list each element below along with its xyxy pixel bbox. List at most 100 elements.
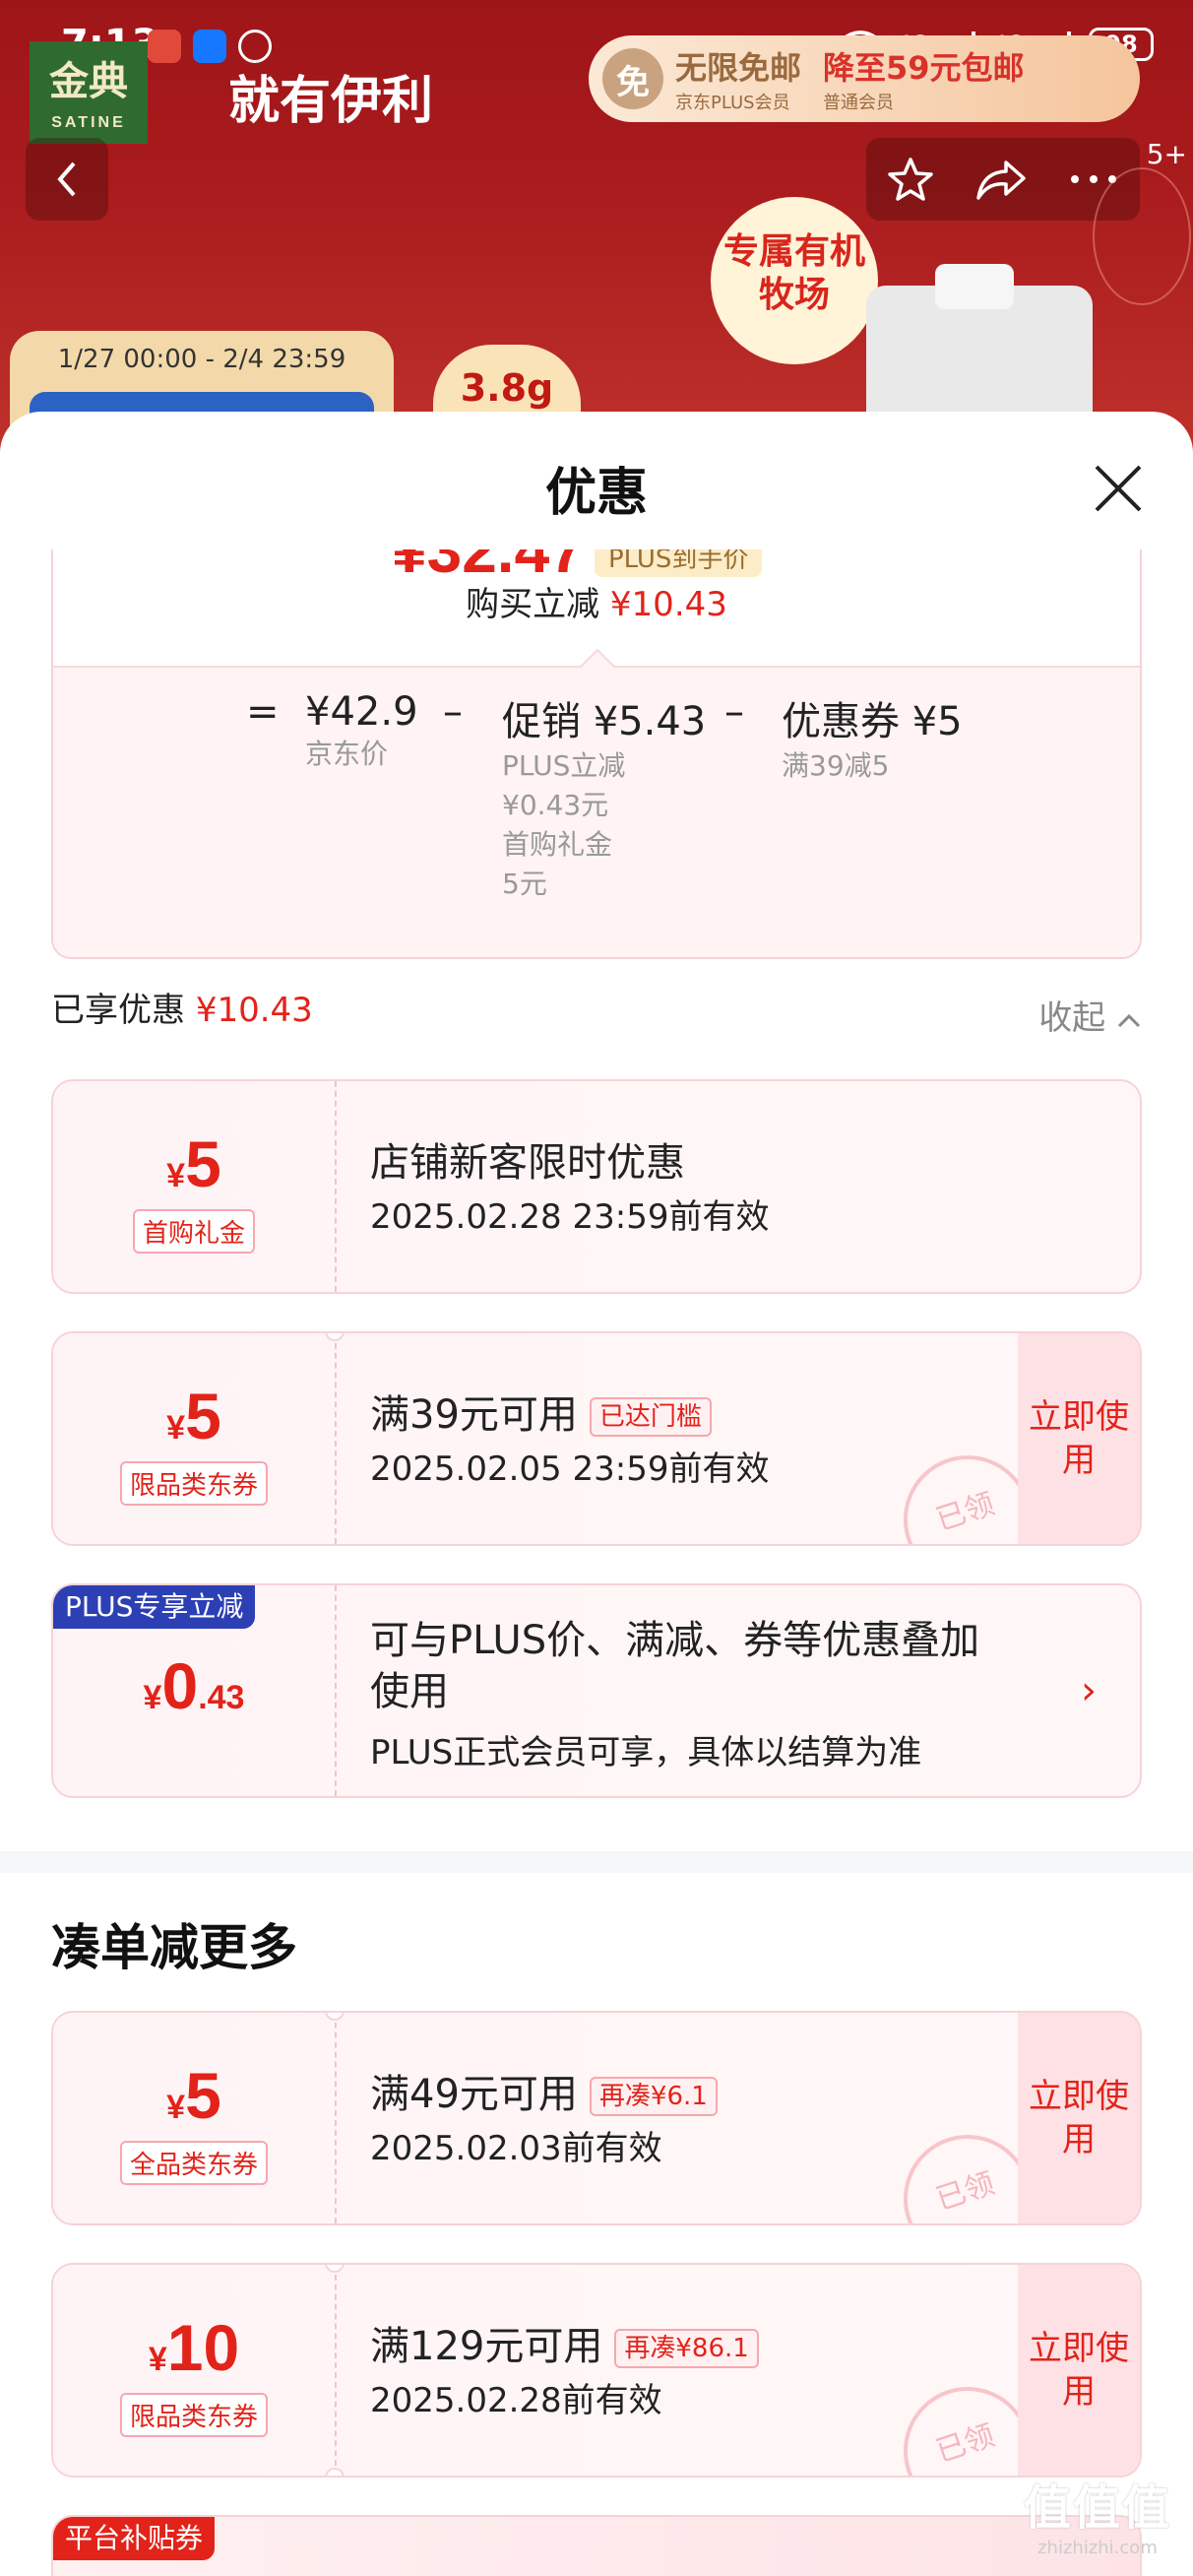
instant-discount-amount: ¥10.43 (609, 585, 727, 624)
star-icon[interactable] (886, 155, 935, 204)
free-shipping-right-title: 降至59元包邮 (823, 49, 1025, 87)
coupon-amount: 优惠券 ¥5 (782, 699, 963, 744)
coupon-threshold: 满39元可用 (370, 1392, 578, 1438)
coupon-notch (325, 2265, 345, 2273)
brand-logo-2: 就有伊利 (228, 71, 434, 131)
enjoyed-label: 已享优惠 (51, 991, 185, 1030)
platform-subsidy-tag: 平台补贴券 (53, 2517, 216, 2560)
promo-detail-2: ¥0.43元 (502, 789, 609, 821)
collapse-button[interactable]: 收起 (1038, 991, 1142, 1039)
watermark-sub: zhizhizhi.com (1037, 2538, 1158, 2558)
chevron-up-icon (1117, 1013, 1141, 1028)
free-shipping-text: 无限免邮 京东PLUS会员 (675, 43, 801, 114)
coupon-divider (335, 1081, 337, 1292)
use-now-button[interactable]: 立即使用 (1018, 2013, 1140, 2223)
promo-amount: 促销 ¥5.43 (502, 699, 707, 744)
instant-discount-row: 购买立减 ¥10.43 (53, 577, 1140, 625)
coupon-value: ¥5 (53, 1127, 335, 1201)
organic-ranch-badge: 专属有机牧场 (711, 197, 878, 364)
coupon-currency: ¥ (148, 2341, 167, 2378)
jd-price: ¥42.9 (305, 689, 418, 735)
free-shipping-icon: 免 (602, 48, 663, 109)
coupon-currency: ¥ (143, 1679, 162, 1716)
coupon-title: 满129元可用 再凑¥86.1 (370, 2314, 759, 2371)
coupon-card: 平台补贴券 (51, 2515, 1142, 2576)
coupon-currency: ¥ (166, 1157, 186, 1194)
message-count-badge: 5+ (1146, 138, 1187, 170)
chevron-left-icon (57, 161, 76, 197)
minus-sign-2: – (724, 689, 744, 735)
sheet-title: 优惠 (544, 464, 648, 523)
free-shipping-sub: 京东PLUS会员 (675, 93, 790, 113)
coupon-title: 可与PLUS价、满减、券等优惠叠加 使用 (370, 1615, 979, 1717)
alipay-notification-icon (193, 30, 226, 63)
lantern-decoration (1093, 167, 1191, 305)
coupon-title: 店铺新客限时优惠 (370, 1140, 685, 1186)
free-shipping-title: 无限免邮 (675, 49, 802, 87)
section-divider (0, 1851, 1193, 1873)
chevron-right-icon: › (1081, 1668, 1097, 1713)
plus-price-tag: PLUS到手价 (595, 549, 763, 577)
coupon-desc: 满39减5 (782, 749, 890, 782)
price-breakdown-card: ¥32.47 PLUS到手价 购买立减 ¥10.43 = ¥42.9 京东价 –… (51, 549, 1142, 959)
coupon-expiry: 2025.02.28前有效 (370, 2381, 662, 2420)
close-icon[interactable] (1091, 461, 1146, 516)
equals-sign: = (246, 689, 280, 735)
coupon-type: 全品类东券 (53, 2141, 335, 2185)
promo-detail-3: 首购礼金 (502, 828, 613, 861)
collapse-label: 收起 (1038, 998, 1106, 1038)
jd-price-label: 京东价 (305, 738, 389, 770)
coupon-value: ¥5 (53, 2058, 335, 2133)
coupon-notch (325, 2468, 345, 2476)
site-watermark: 值值值 zhizhizhi.com (1024, 2469, 1171, 2558)
product-header-background: 7:13 4G 4G 98 金典 SATINE 就有伊利 免 无限免邮 京东PL… (0, 0, 1193, 463)
coupon-title: 满39元可用 已达门槛 (370, 1383, 712, 1440)
use-now-button[interactable]: 立即使用 (1018, 2265, 1140, 2476)
more-section-title: 凑单减更多 (51, 1919, 297, 1976)
coupon-divider (335, 1333, 337, 1544)
discount-sheet: 优惠 ¥32.47 PLUS到手价 购买立减 ¥10.43 = ¥42.9 京东… (0, 412, 1193, 2576)
brand-logo-text: 金典 (49, 58, 128, 104)
coupon-currency: ¥ (166, 1409, 186, 1447)
coupon-block: 优惠券 ¥5 满39减5 (782, 689, 963, 786)
coupon-notch (325, 1333, 345, 1341)
threshold-met-badge: 已达门槛 (589, 1397, 712, 1437)
back-button[interactable] (26, 138, 108, 221)
free-shipping-banner[interactable]: 免 无限免邮 京东PLUS会员 降至59元包邮 普通会员 (589, 35, 1140, 122)
coupon-threshold: 满129元可用 (370, 2324, 603, 2369)
coupon-type-label: 限品类东券 (119, 1461, 268, 1506)
use-now-button[interactable]: 立即使用 (1018, 1333, 1140, 1544)
coupon-title-line-2: 使用 (370, 1669, 449, 1714)
coupon-card: ¥5 限品类东券 满39元可用 已达门槛 2025.02.05 23:59前有效 … (51, 1331, 1142, 1546)
promo-block: 促销 ¥5.43 PLUS立减 ¥0.43元 首购礼金 5元 (502, 689, 706, 904)
share-icon[interactable] (974, 155, 1028, 204)
coupon-amount: 5 (185, 1380, 221, 1452)
coupon-divider (335, 2013, 337, 2223)
coupon-type-label: 全品类东券 (119, 2141, 268, 2185)
carton-cap (935, 264, 1014, 309)
jd-price-block: ¥42.9 京东价 (305, 689, 418, 774)
coupon-title-line-1: 可与PLUS价、满减、券等优惠叠加 (370, 1618, 980, 1663)
promo-date-range: 1/27 00:00 - 2/4 23:59 (57, 345, 346, 374)
coupon-threshold: 满49元可用 (370, 2072, 578, 2117)
coupon-expiry: 2025.02.03前有效 (370, 2129, 662, 2168)
promo-detail-1: PLUS立减 (502, 749, 626, 782)
brand-logo: 金典 SATINE (30, 41, 148, 144)
speed-notification-icon (238, 30, 272, 63)
enjoyed-discount: 已享优惠 ¥10.43 (51, 983, 313, 1031)
coupon-value: ¥5 (53, 1379, 335, 1453)
coupon-title: 满49元可用 再凑¥6.1 (370, 2062, 718, 2119)
price-breakdown: = ¥42.9 京东价 – 促销 ¥5.43 PLUS立减 ¥0.43元 首购礼… (53, 666, 1140, 957)
coupon-card: ¥5 首购礼金 店铺新客限时优惠 2025.02.28 23:59前有效 (51, 1079, 1142, 1294)
coupon-currency: ¥ (166, 2089, 186, 2126)
add-more-badge: 再凑¥86.1 (614, 2329, 759, 2368)
plus-discount-card[interactable]: PLUS专享立减 ¥0.43 可与PLUS价、满减、券等优惠叠加 使用 PLUS… (51, 1583, 1142, 1798)
minus-sign-1: – (443, 689, 463, 735)
coupon-divider (335, 1585, 337, 1796)
coupon-amount-decimal: .43 (198, 1679, 245, 1716)
enjoyed-amount: ¥10.43 (195, 991, 313, 1030)
coupon-amount: 0 (161, 1649, 199, 1722)
coupon-amount: 5 (185, 1127, 221, 1200)
coupon-desc: PLUS正式会员可享，具体以结算为准 (370, 1733, 922, 1772)
coupon-expiry: 2025.02.05 23:59前有效 (370, 1449, 770, 1489)
